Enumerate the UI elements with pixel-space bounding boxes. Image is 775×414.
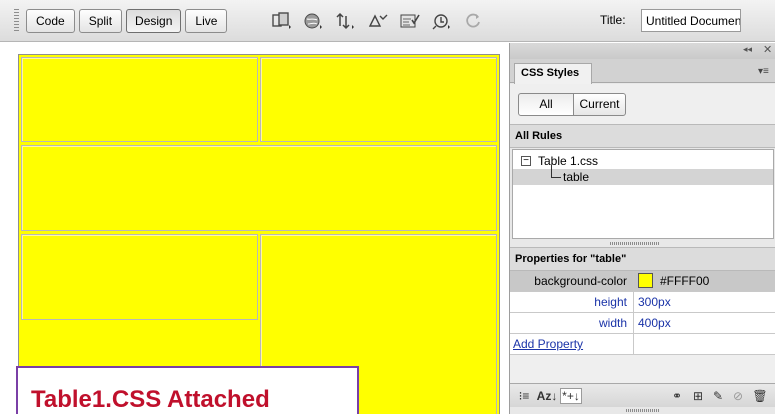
tree-item-rule[interactable]: table	[513, 165, 773, 185]
disable-property-icon[interactable]: ⊘	[730, 388, 746, 404]
attach-stylesheet-icon[interactable]: ⚭	[668, 388, 686, 404]
pane-splitter[interactable]	[610, 242, 660, 245]
mode-toggle-row: All Current	[510, 84, 775, 124]
properties-header: Properties for "table"	[510, 247, 775, 271]
property-name: background-color	[510, 271, 634, 291]
property-row[interactable]: width 400px	[510, 313, 775, 334]
rules-tree: − Table 1.css table	[512, 149, 774, 239]
edit-rule-icon[interactable]: ✎	[710, 388, 726, 404]
new-css-rule-icon[interactable]: ⊞	[690, 388, 706, 404]
all-rules-header: All Rules	[510, 124, 775, 148]
live-view-button[interactable]: Live	[185, 9, 228, 33]
tree-branch-icon	[551, 165, 561, 178]
title-label: Title:	[600, 13, 626, 27]
css-styles-panel: ◂◂ ✕ CSS Styles ▾≡ All Current All Rules…	[509, 43, 775, 414]
collapse-tree-icon[interactable]: −	[521, 156, 531, 166]
property-row[interactable]: height 300px	[510, 292, 775, 313]
property-value[interactable]: #FFFF00	[658, 271, 709, 291]
panel-bottom-bar: ⁝≡ Aᴢ↓ *+↓ ⚭ ⊞ ✎ ⊘ 🗑	[510, 383, 775, 407]
yellow-table[interactable]	[18, 54, 500, 414]
w3c-validation-icon[interactable]	[364, 9, 392, 33]
property-value[interactable]: 400px	[636, 313, 671, 333]
document-title-input[interactable]: Untitled Document	[641, 9, 741, 32]
toolbar-icons	[268, 9, 488, 33]
preview-browser-icon[interactable]	[300, 9, 328, 33]
view-switcher: Code Split Design Live	[26, 9, 228, 34]
design-view-button[interactable]: Design	[126, 9, 182, 33]
panel-menu-icon[interactable]: ▾≡	[758, 66, 769, 77]
property-value[interactable]: 300px	[636, 292, 671, 312]
code-view-button[interactable]: Code	[26, 9, 75, 33]
property-name: width	[510, 313, 634, 333]
check-browser-icon[interactable]	[396, 9, 424, 33]
toolbar-grip[interactable]	[14, 9, 19, 33]
refresh-icon[interactable]	[460, 9, 488, 33]
property-row[interactable]: background-color #FFFF00	[510, 271, 775, 292]
alpha-sort-icon[interactable]: Aᴢ↓	[537, 388, 558, 404]
design-canvas[interactable]: Table1.CSS Attached	[0, 43, 508, 414]
multiscreen-icon[interactable]	[268, 9, 296, 33]
split-view-button[interactable]: Split	[78, 9, 123, 33]
panel-tab-row: CSS Styles ▾≡	[510, 59, 775, 84]
visual-aids-icon[interactable]	[428, 9, 456, 33]
panel-titlebar: ◂◂ ✕	[510, 43, 775, 59]
delete-icon[interactable]: 🗑	[752, 388, 768, 404]
all-mode-button[interactable]: All	[518, 93, 574, 116]
table-cell[interactable]	[260, 57, 497, 142]
set-properties-only-icon[interactable]: *+↓	[560, 388, 582, 404]
file-management-icon[interactable]	[332, 9, 360, 33]
add-property-link[interactable]: Add Property	[513, 334, 583, 354]
annotation-callout: Table1.CSS Attached	[16, 366, 359, 414]
add-property-cell: Add Property	[510, 334, 634, 354]
collapse-icon[interactable]: ◂◂	[743, 44, 752, 55]
category-view-icon[interactable]: ⁝≡	[516, 388, 532, 404]
rule-label: table	[563, 170, 590, 184]
current-mode-button[interactable]: Current	[573, 93, 626, 116]
table-cell[interactable]	[21, 57, 258, 142]
table-cell[interactable]	[21, 234, 258, 320]
table-cell[interactable]	[21, 145, 497, 231]
property-name: height	[510, 292, 634, 312]
color-swatch[interactable]	[638, 273, 653, 288]
document-toolbar: Code Split Design Live Title: Untitled D…	[0, 0, 775, 42]
stylesheet-label: Table 1.css	[538, 154, 599, 168]
panel-resize-grip[interactable]	[626, 409, 660, 412]
close-icon[interactable]: ✕	[763, 43, 772, 56]
add-property-row: Add Property	[510, 334, 775, 355]
tab-css-styles[interactable]: CSS Styles	[514, 63, 592, 84]
